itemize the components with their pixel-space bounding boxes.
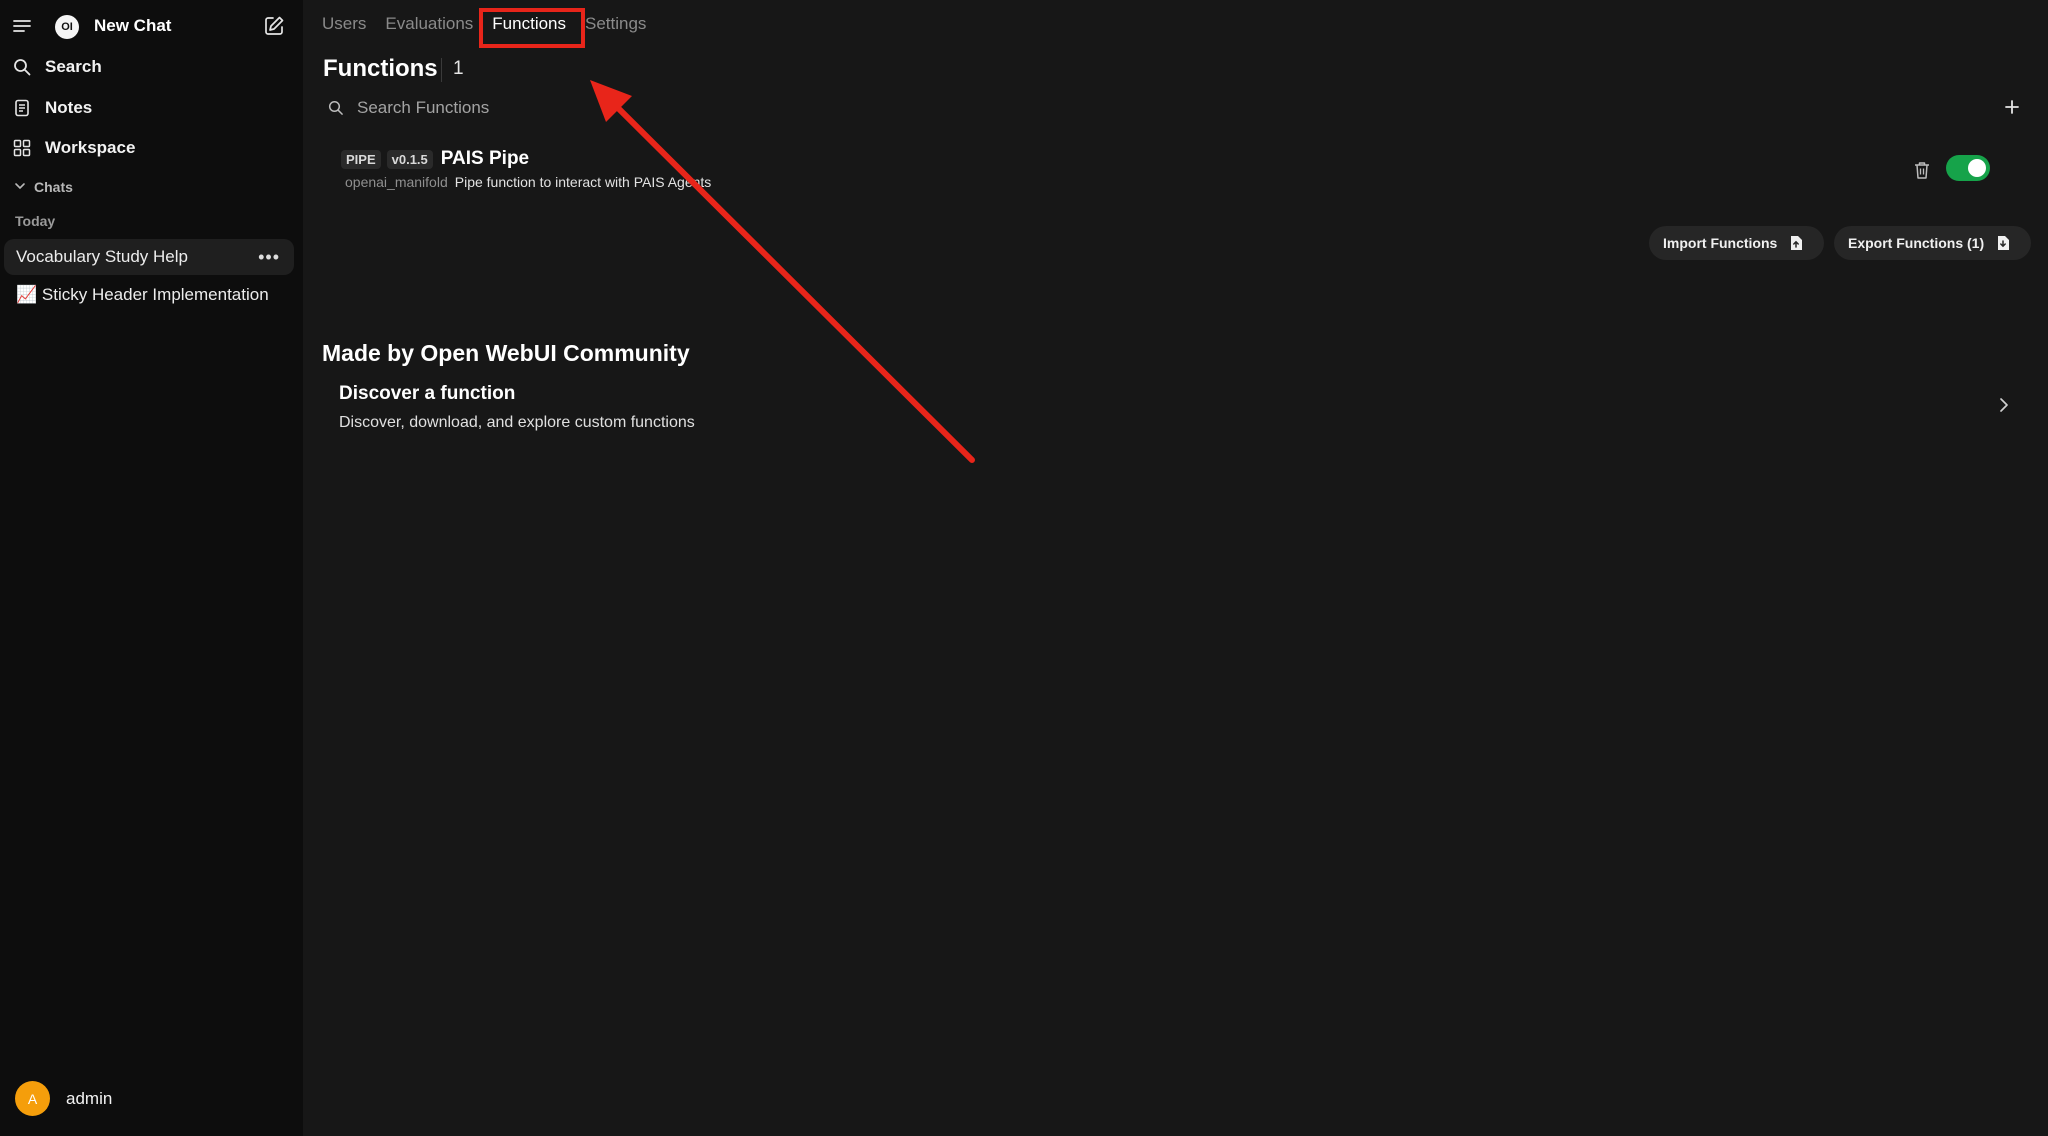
new-chat-link[interactable]: New Chat bbox=[94, 16, 171, 36]
import-functions-button[interactable]: Import Functions bbox=[1649, 226, 1824, 260]
type-badge: PIPE bbox=[341, 149, 381, 169]
sidebar-item-label: Workspace bbox=[45, 138, 136, 157]
export-functions-label: Export Functions (1) bbox=[1848, 235, 1985, 251]
sidebar-item-notes[interactable]: Notes bbox=[12, 96, 92, 120]
chat-title: 📈 Sticky Header Implementation bbox=[16, 285, 269, 304]
avatar: A bbox=[15, 1081, 50, 1116]
version-badge: v0.1.5 bbox=[386, 149, 433, 169]
tab-evaluations[interactable]: Evaluations bbox=[385, 14, 473, 34]
toggle-knob bbox=[1968, 159, 1986, 177]
sidebar: OI New Chat Search Notes Workspace Chats… bbox=[0, 0, 303, 1136]
user-menu[interactable]: A admin bbox=[15, 1081, 112, 1116]
function-name: PAIS Pipe bbox=[440, 148, 530, 169]
chat-item-sticky-header[interactable]: 📈 Sticky Header Implementation bbox=[4, 277, 294, 313]
workspace-icon bbox=[12, 138, 32, 158]
chats-section-toggle[interactable]: Chats bbox=[14, 179, 73, 195]
compose-icon[interactable] bbox=[263, 15, 285, 37]
today-group-label: Today bbox=[15, 213, 56, 229]
sidebar-item-label: Search bbox=[45, 57, 102, 76]
function-count: 1 bbox=[453, 58, 464, 79]
import-functions-label: Import Functions bbox=[1663, 235, 1778, 251]
function-row[interactable]: PIPE v0.1.5 PAIS Pipe openai_manifold Pi… bbox=[341, 148, 2031, 198]
search-icon bbox=[12, 57, 32, 77]
search-functions-input[interactable] bbox=[357, 98, 957, 118]
openwebui-logo[interactable]: OI bbox=[55, 15, 79, 39]
discover-title: Discover a function bbox=[339, 383, 516, 404]
function-id: openai_manifold bbox=[345, 174, 448, 190]
sidebar-menu-icon[interactable] bbox=[12, 16, 32, 36]
export-functions-button[interactable]: Export Functions (1) bbox=[1834, 226, 2031, 260]
tab-users[interactable]: Users bbox=[322, 14, 366, 34]
tab-settings[interactable]: Settings bbox=[585, 14, 646, 34]
title-divider bbox=[441, 58, 442, 82]
chevron-down-icon bbox=[14, 179, 26, 195]
more-options-icon[interactable]: ••• bbox=[258, 247, 280, 268]
user-name: admin bbox=[66, 1088, 113, 1108]
sidebar-item-label: Notes bbox=[45, 98, 93, 117]
annotation-highlight-box bbox=[479, 8, 585, 48]
trash-icon[interactable] bbox=[1913, 160, 1931, 180]
app-window: OI New Chat Search Notes Workspace Chats… bbox=[0, 0, 2048, 1136]
notes-icon bbox=[12, 98, 32, 118]
chat-item-vocabulary[interactable]: Vocabulary Study Help ••• bbox=[4, 239, 294, 275]
sidebar-item-workspace[interactable]: Workspace bbox=[12, 136, 135, 160]
function-meta: openai_manifold Pipe function to interac… bbox=[345, 174, 711, 190]
page-title: Functions bbox=[323, 55, 438, 82]
sidebar-item-search[interactable]: Search bbox=[12, 55, 102, 79]
function-header: PIPE v0.1.5 PAIS Pipe bbox=[341, 148, 529, 170]
discover-description: Discover, download, and explore custom f… bbox=[339, 414, 695, 431]
search-icon bbox=[327, 99, 345, 117]
discover-function-link[interactable]: Discover a function Discover, download, … bbox=[339, 383, 2029, 433]
chats-section-label: Chats bbox=[34, 179, 73, 195]
main-panel: Users Evaluations Functions Settings Fun… bbox=[303, 0, 2048, 1136]
chevron-right-icon bbox=[1996, 396, 2012, 414]
chat-title: Vocabulary Study Help bbox=[16, 247, 188, 266]
file-download-icon bbox=[1996, 235, 2010, 251]
add-function-icon[interactable] bbox=[2002, 97, 2022, 117]
search-bar bbox=[327, 98, 957, 118]
community-section-title: Made by Open WebUI Community bbox=[322, 340, 690, 366]
file-upload-icon bbox=[1789, 235, 1803, 251]
enable-toggle[interactable] bbox=[1946, 155, 1990, 181]
function-description: Pipe function to interact with PAIS Agen… bbox=[454, 174, 712, 190]
